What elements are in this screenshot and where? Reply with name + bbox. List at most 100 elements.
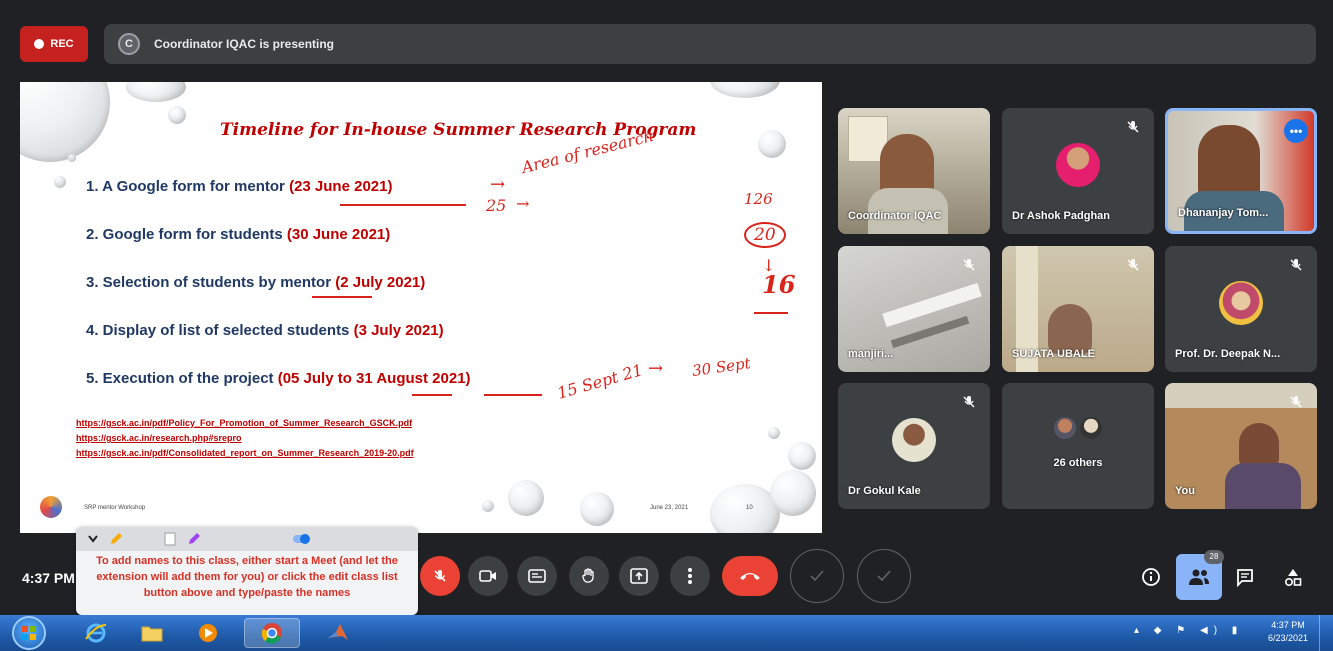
mic-toggle-button[interactable]: [420, 556, 460, 596]
participant-tile-coordinator[interactable]: Coordinator IQAC: [838, 108, 990, 234]
check-icon: [877, 570, 891, 582]
edit-list-icon[interactable]: [186, 531, 202, 547]
system-clock[interactable]: 4:37 PM 6/23/2021: [1268, 619, 1308, 645]
slide-link[interactable]: https://gsck.ac.in/pdf/Policy_For_Promot…: [76, 418, 414, 433]
slide-footer-date: June 23, 2021: [650, 505, 689, 511]
decor-bubble: [788, 442, 816, 470]
participant-tile-sujata[interactable]: SUJATA UBALE: [1002, 246, 1154, 372]
present-icon: [630, 568, 648, 584]
participant-name: manjiri...: [848, 348, 894, 360]
timeline-list: 1. A Google form for mentor (23 June 202…: [86, 178, 471, 418]
top-bar: REC C Coordinator IQAC is presenting: [18, 24, 1316, 64]
timeline-item: 2. Google form for students (30 June 202…: [86, 226, 471, 274]
item-text: 4. Display of list of selected students: [86, 322, 354, 339]
leave-call-button[interactable]: [722, 556, 778, 596]
people-icon: [1189, 569, 1209, 585]
document-icon[interactable]: [162, 531, 178, 547]
decor-bubble: [768, 427, 780, 439]
timeline-item: 1. A Google form for mentor (23 June 202…: [86, 178, 471, 226]
camera-toggle-button[interactable]: [468, 556, 508, 596]
taskbar-internet-explorer[interactable]: [68, 618, 124, 648]
participant-video: [1225, 463, 1301, 509]
participant-tile-gokul[interactable]: Dr Gokul Kale: [838, 383, 990, 509]
decor-bubble: [168, 106, 186, 124]
toggle-icon[interactable]: [292, 532, 310, 546]
others-count: 26 others: [1053, 457, 1103, 469]
participant-tile-dhananjay[interactable]: ••• Dhananjay Tom...: [1165, 108, 1317, 234]
tooltip-toolbar: [76, 527, 418, 551]
extension-button[interactable]: [790, 549, 844, 603]
college-logo-icon: [40, 496, 62, 518]
system-tray[interactable]: ▴ ◆ ⚑ ◀) ▮: [1134, 625, 1243, 636]
participant-name: Dr Ashok Padghan: [1012, 210, 1110, 222]
show-desktop-button[interactable]: [1319, 615, 1333, 651]
mic-off-icon: [434, 570, 446, 582]
edit-icon[interactable]: [108, 531, 124, 547]
meeting-clock: 4:37 PM: [22, 570, 75, 586]
slide-link[interactable]: https://gsck.ac.in/research.php#srepro: [76, 433, 414, 448]
annotation-underline: [484, 394, 542, 396]
raise-hand-button[interactable]: [569, 556, 609, 596]
people-button[interactable]: 28: [1176, 550, 1224, 600]
extension-button[interactable]: [857, 549, 911, 603]
record-dot-icon: [34, 39, 45, 49]
system-time: 4:37 PM: [1271, 620, 1305, 630]
tooltip-message: To add names to this class, either start…: [96, 555, 398, 599]
mic-off-icon: [1290, 259, 1302, 271]
participant-tile-manjiri[interactable]: manjiri...: [838, 246, 990, 372]
annotation-arrow: →: [490, 174, 506, 195]
participant-avatar: [892, 418, 936, 462]
annotation-15-sept: 15 Sept 21: [555, 360, 645, 403]
windows-logo-icon: [22, 626, 36, 640]
meeting-details-button[interactable]: [1136, 562, 1166, 592]
present-now-button[interactable]: [619, 556, 659, 596]
presenting-text: Coordinator IQAC is presenting: [154, 37, 335, 51]
participant-tile-deepak[interactable]: Prof. Dr. Deepak N...: [1165, 246, 1317, 372]
annotation-underline: [312, 296, 372, 298]
decor-bubble: [770, 470, 816, 516]
media-player-icon: [199, 624, 217, 642]
participant-avatar: [1219, 281, 1263, 325]
captions-icon: [528, 569, 546, 583]
chat-button[interactable]: [1230, 562, 1260, 592]
participant-name: Dr Gokul Kale: [848, 485, 921, 497]
taskbar-file-explorer[interactable]: [124, 618, 180, 648]
windows-taskbar: ▴ ◆ ⚑ ◀) ▮ 4:37 PM 6/23/2021: [0, 615, 1333, 651]
chat-icon: [1237, 569, 1253, 587]
annotation-arrow: →: [648, 358, 664, 379]
participant-name: Coordinator IQAC: [848, 210, 942, 222]
check-icon: [810, 570, 824, 582]
annotation-underline: [412, 394, 452, 396]
item-text: 5. Execution of the project: [86, 370, 278, 387]
decor-bubble: [758, 130, 786, 158]
chevron-down-icon[interactable]: [88, 535, 98, 543]
people-count-badge: 28: [1204, 550, 1224, 564]
start-button[interactable]: [12, 616, 46, 650]
participant-video: [1048, 304, 1092, 354]
taskbar-chrome[interactable]: [244, 618, 300, 648]
meet-window: REC C Coordinator IQAC is presenting Tim…: [0, 0, 1333, 615]
annotation-25: 25: [486, 196, 507, 215]
participant-tile-others[interactable]: 26 others: [1002, 383, 1154, 509]
captions-button[interactable]: [517, 556, 557, 596]
activities-button[interactable]: [1278, 562, 1308, 592]
annotation-underline: [340, 204, 466, 206]
item-date: (2 July 2021): [335, 274, 426, 291]
item-text: 2. Google form for students: [86, 226, 287, 243]
more-options-icon[interactable]: •••: [1284, 119, 1308, 143]
participant-name: SUJATA UBALE: [1012, 348, 1095, 360]
annotation-126: 126: [744, 190, 773, 208]
participant-name: Prof. Dr. Deepak N...: [1175, 348, 1281, 360]
taskbar-media-player[interactable]: [180, 618, 236, 648]
decor-bubble: [54, 176, 66, 188]
participant-tile-ashok[interactable]: Dr Ashok Padghan: [1002, 108, 1154, 234]
mic-off-icon: [1127, 259, 1139, 271]
decor-bubble: [580, 492, 614, 526]
item-date: (23 June 2021): [289, 178, 393, 195]
participant-tile-you[interactable]: You: [1165, 383, 1317, 509]
more-options-button[interactable]: [670, 556, 710, 596]
taskbar-matlab[interactable]: [310, 618, 366, 648]
slide-link[interactable]: https://gsck.ac.in/pdf/Consolidated_repo…: [76, 448, 414, 463]
end-call-icon: [740, 573, 760, 580]
slide-number: 10: [746, 505, 753, 511]
